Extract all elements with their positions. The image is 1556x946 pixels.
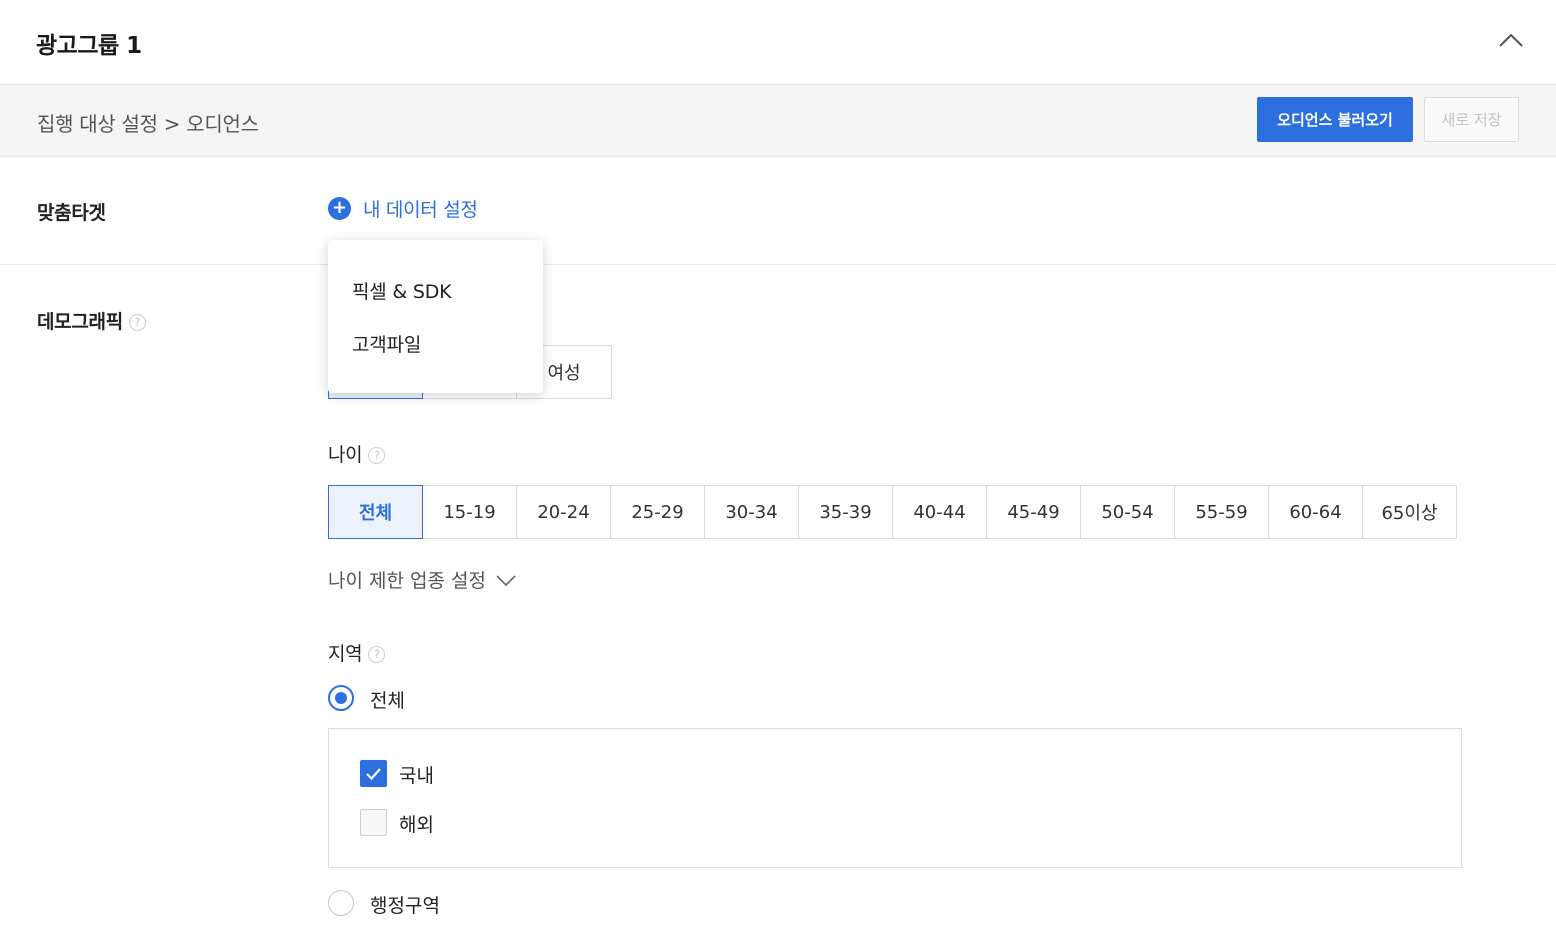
demographic-label-text: 데모그래픽 — [37, 311, 123, 333]
load-audience-button[interactable]: 오디언스 불러오기 — [1257, 97, 1413, 142]
age-option[interactable]: 60-64 — [1268, 485, 1363, 539]
age-option[interactable]: 50-54 — [1080, 485, 1175, 539]
region-label: 지역? — [328, 639, 386, 666]
age-option[interactable]: 40-44 — [892, 485, 987, 539]
region-label-text: 지역 — [328, 643, 363, 665]
help-icon[interactable]: ? — [368, 447, 386, 464]
region-radio-all-label: 전체 — [370, 690, 405, 712]
breadcrumb: 집행 대상 설정 > 오디언스 — [37, 112, 259, 136]
dropdown-item-pixel-sdk[interactable]: 픽셀 & SDK — [352, 277, 452, 304]
region-radio-admin[interactable] — [328, 890, 354, 916]
overseas-checkbox[interactable] — [360, 809, 387, 836]
age-label-text: 나이 — [328, 444, 363, 466]
domestic-checkbox[interactable] — [360, 760, 387, 787]
age-limit-label: 나이 제한 업종 설정 — [328, 570, 486, 592]
overseas-label: 해외 — [399, 814, 434, 836]
dropdown-item-customer-file[interactable]: 고객파일 — [352, 330, 421, 357]
help-icon[interactable]: ? — [128, 314, 146, 331]
adgroup-title: 광고그룹 1 — [36, 33, 142, 59]
age-option[interactable]: 25-29 — [610, 485, 705, 539]
age-label: 나이? — [328, 440, 386, 467]
age-option[interactable]: 30-34 — [704, 485, 799, 539]
region-radio-all[interactable] — [328, 685, 354, 711]
domestic-label: 국내 — [399, 765, 434, 787]
add-my-data-label: 내 데이터 설정 — [363, 199, 478, 221]
add-my-data-button[interactable]: + 내 데이터 설정 — [328, 195, 478, 222]
help-icon[interactable]: ? — [368, 646, 386, 663]
adgroup-header: 광고그룹 1 — [0, 0, 1556, 85]
chevron-down-icon — [496, 574, 516, 586]
age-limit-toggle[interactable]: 나이 제한 업종 설정 — [328, 566, 517, 593]
save-new-button[interactable]: 새로 저장 — [1424, 97, 1519, 142]
age-segment: 전체 15-19 20-24 25-29 30-34 35-39 40-44 4… — [328, 485, 1457, 539]
custom-target-label: 맞춤타겟 — [37, 202, 106, 224]
age-option[interactable]: 15-19 — [422, 485, 517, 539]
age-option[interactable]: 35-39 — [798, 485, 893, 539]
age-option[interactable]: 65이상 — [1362, 485, 1457, 539]
checkmark-icon — [366, 768, 381, 781]
my-data-dropdown: 픽셀 & SDK 고객파일 — [328, 240, 543, 393]
region-radio-admin-label: 행정구역 — [370, 895, 440, 917]
section-divider — [0, 264, 1556, 265]
collapse-button[interactable] — [1493, 26, 1529, 54]
plus-circle-icon: + — [328, 197, 351, 220]
audience-bar: 집행 대상 설정 > 오디언스 오디언스 불러오기 새로 저장 — [0, 85, 1556, 157]
region-options-box: 국내 해외 — [328, 728, 1462, 868]
chevron-up-icon — [1499, 33, 1523, 47]
demographic-label: 데모그래픽? — [37, 307, 146, 334]
age-option[interactable]: 20-24 — [516, 485, 611, 539]
age-option[interactable]: 55-59 — [1174, 485, 1269, 539]
age-option[interactable]: 전체 — [328, 485, 423, 539]
age-option[interactable]: 45-49 — [986, 485, 1081, 539]
